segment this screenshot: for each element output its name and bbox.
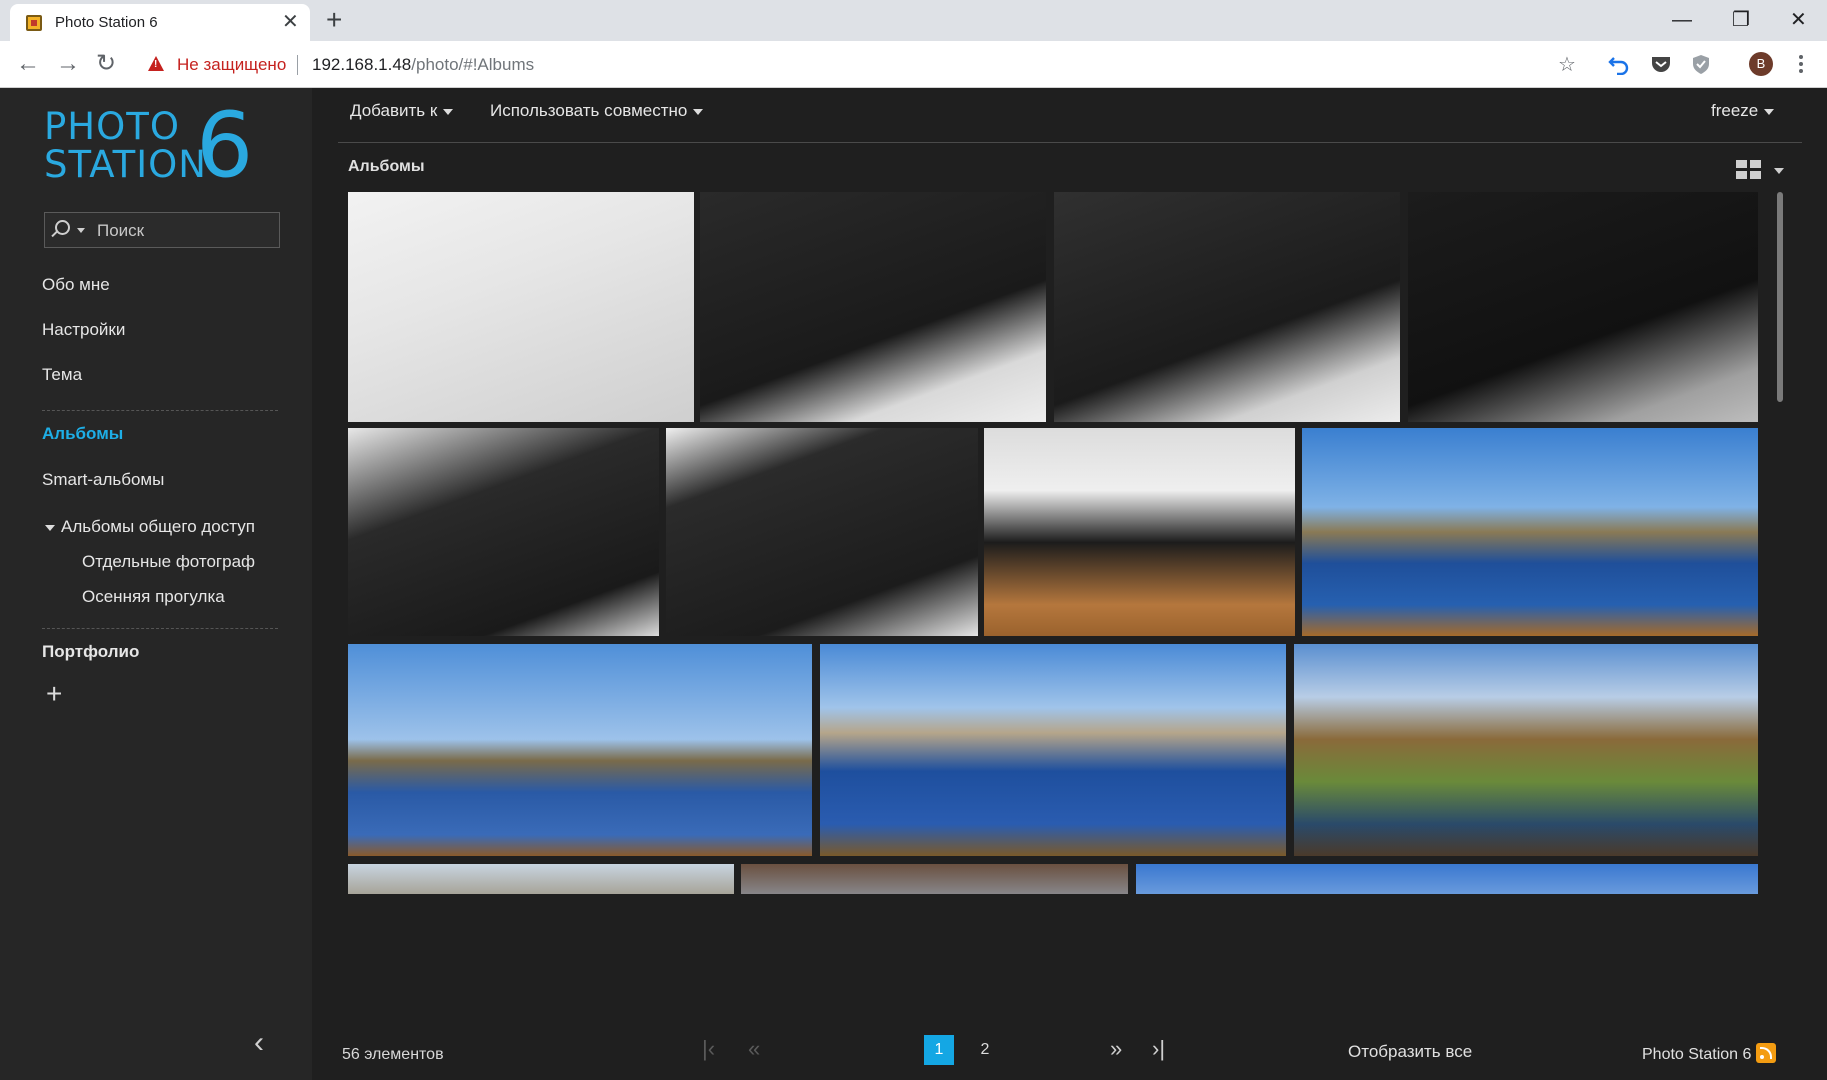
grid-cell xyxy=(1736,160,1747,168)
sidebar-divider xyxy=(42,410,278,411)
album-grid xyxy=(348,192,1758,894)
album-thumbnail[interactable] xyxy=(700,192,1046,422)
search-icon[interactable] xyxy=(55,220,70,235)
sidebar-item-albums[interactable]: Альбомы xyxy=(42,423,123,445)
album-thumbnail[interactable] xyxy=(1136,864,1758,894)
album-thumbnail[interactable] xyxy=(348,644,812,856)
sidebar-item-smart-albums[interactable]: Smart-альбомы xyxy=(42,469,164,491)
expand-chevron-down-icon[interactable] xyxy=(45,525,55,531)
sidebar-item-shared-single-photos[interactable]: Отдельные фотограф xyxy=(82,551,270,573)
album-thumbnail[interactable] xyxy=(666,428,978,636)
search-box[interactable] xyxy=(44,212,280,248)
sidebar-item-settings[interactable]: Настройки xyxy=(42,319,125,341)
profile-avatar[interactable]: B xyxy=(1749,52,1773,76)
omnibox-separator xyxy=(297,55,298,75)
browser-menu-icon[interactable] xyxy=(1796,53,1806,75)
url-text[interactable]: 192.168.1.48/photo/#!Albums xyxy=(312,55,534,75)
search-input[interactable] xyxy=(97,220,273,242)
add-to-menu[interactable]: Добавить к xyxy=(350,100,454,122)
back-button[interactable]: ← xyxy=(16,49,40,79)
shield-extension-icon[interactable] xyxy=(1690,53,1712,75)
security-status[interactable]: Не защищено xyxy=(177,55,286,75)
sidebar-item-theme[interactable]: Тема xyxy=(42,364,82,386)
bookmark-star-icon[interactable]: ☆ xyxy=(1558,53,1576,77)
browser-tab-strip: Photo Station 6 ✕ + — ❐ ✕ xyxy=(0,0,1827,41)
sidebar-item-shared-autumn-walk[interactable]: Осенняя прогулка xyxy=(82,586,270,608)
share-menu[interactable]: Использовать совместно xyxy=(490,100,704,122)
browser-tab[interactable]: Photo Station 6 ✕ xyxy=(10,4,310,41)
album-thumbnail[interactable] xyxy=(1408,192,1758,422)
url-omnibox[interactable]: Не защищено 192.168.1.48/photo/#!Albums xyxy=(132,46,1582,82)
item-count: 56 элементов xyxy=(342,1046,444,1063)
grid-scrollbar[interactable] xyxy=(1777,192,1783,402)
view-options-chevron-down-icon[interactable] xyxy=(1774,168,1784,174)
album-thumbnail[interactable] xyxy=(348,864,734,894)
close-window-button[interactable]: ✕ xyxy=(1790,6,1807,34)
share-label: Использовать совместно xyxy=(490,101,688,120)
url-path: /photo/#!Albums xyxy=(411,55,535,74)
chevron-down-icon xyxy=(1764,108,1775,115)
photo-station-favicon-icon xyxy=(26,15,42,31)
logo-number: 6 xyxy=(196,93,254,198)
address-bar: ← → ↻ Не защищено 192.168.1.48/photo/#!A… xyxy=(0,41,1827,88)
last-page-icon[interactable]: ›| xyxy=(1152,1036,1165,1062)
sidebar: PHOTO STATION 6 Обо мне Настройки Тема А… xyxy=(0,88,312,1080)
album-thumbnail[interactable] xyxy=(741,864,1128,894)
reload-button[interactable]: ↻ xyxy=(96,49,116,79)
collapse-sidebar-chevron-left-icon[interactable]: ‹ xyxy=(254,1028,264,1058)
chevron-down-icon xyxy=(443,108,454,115)
username: freeze xyxy=(1711,101,1759,120)
minimize-button[interactable]: — xyxy=(1672,6,1692,34)
warning-triangle-icon[interactable] xyxy=(148,56,164,71)
show-all-button[interactable]: Отобразить все xyxy=(1348,1042,1472,1062)
chevron-down-icon xyxy=(693,108,704,115)
logo-word-station: STATION xyxy=(44,143,207,186)
forward-button[interactable]: → xyxy=(56,49,80,79)
main-content: Добавить к Использовать совместно freeze… xyxy=(312,88,1827,1080)
grid-cell xyxy=(1750,160,1761,168)
tab-title: Photo Station 6 xyxy=(55,14,158,31)
photo-station-logo[interactable]: PHOTO STATION 6 xyxy=(44,100,264,192)
prev-page-icon[interactable]: « xyxy=(748,1036,760,1062)
user-menu[interactable]: freeze xyxy=(1711,100,1775,122)
album-thumbnail[interactable] xyxy=(1054,192,1400,422)
first-page-icon[interactable]: |‹ xyxy=(702,1036,715,1062)
sidebar-divider xyxy=(42,628,278,629)
grid-cell xyxy=(1736,171,1747,179)
rss-icon[interactable] xyxy=(1756,1043,1776,1063)
page-title: Альбомы xyxy=(348,158,425,175)
search-options-chevron-down-icon[interactable] xyxy=(77,228,85,233)
add-to-label: Добавить к xyxy=(350,101,438,120)
page-1-button[interactable]: 1 xyxy=(924,1035,954,1065)
photo-station-app: PHOTO STATION 6 Обо мне Настройки Тема А… xyxy=(0,88,1827,1080)
sidebar-item-shared-albums[interactable]: Альбомы общего доступ xyxy=(61,516,255,538)
album-thumbnail[interactable] xyxy=(984,428,1295,636)
add-portfolio-plus-icon[interactable]: + xyxy=(46,680,62,708)
url-host: 192.168.1.48 xyxy=(312,55,412,74)
tab-close-icon[interactable]: ✕ xyxy=(282,10,299,34)
sidebar-item-portfolio[interactable]: Портфолио xyxy=(42,641,139,663)
undo-extension-icon[interactable] xyxy=(1608,53,1630,75)
sidebar-item-about[interactable]: Обо мне xyxy=(42,274,110,296)
album-thumbnail[interactable] xyxy=(1294,644,1758,856)
album-thumbnail[interactable] xyxy=(348,192,694,422)
album-thumbnail[interactable] xyxy=(1302,428,1758,636)
grid-view-icon[interactable] xyxy=(1736,160,1762,180)
maximize-button[interactable]: ❐ xyxy=(1732,6,1750,34)
footer-brand: Photo Station 6 xyxy=(1642,1046,1752,1063)
toolbar-divider xyxy=(338,142,1802,143)
album-thumbnail[interactable] xyxy=(348,428,659,636)
new-tab-button[interactable]: + xyxy=(326,4,342,36)
album-thumbnail[interactable] xyxy=(820,644,1286,856)
pocket-extension-icon[interactable] xyxy=(1650,53,1672,75)
page-2-button[interactable]: 2 xyxy=(970,1035,1000,1065)
grid-cell xyxy=(1750,171,1761,179)
next-page-icon[interactable]: » xyxy=(1110,1036,1122,1062)
logo-word-photo: PHOTO xyxy=(44,105,180,148)
